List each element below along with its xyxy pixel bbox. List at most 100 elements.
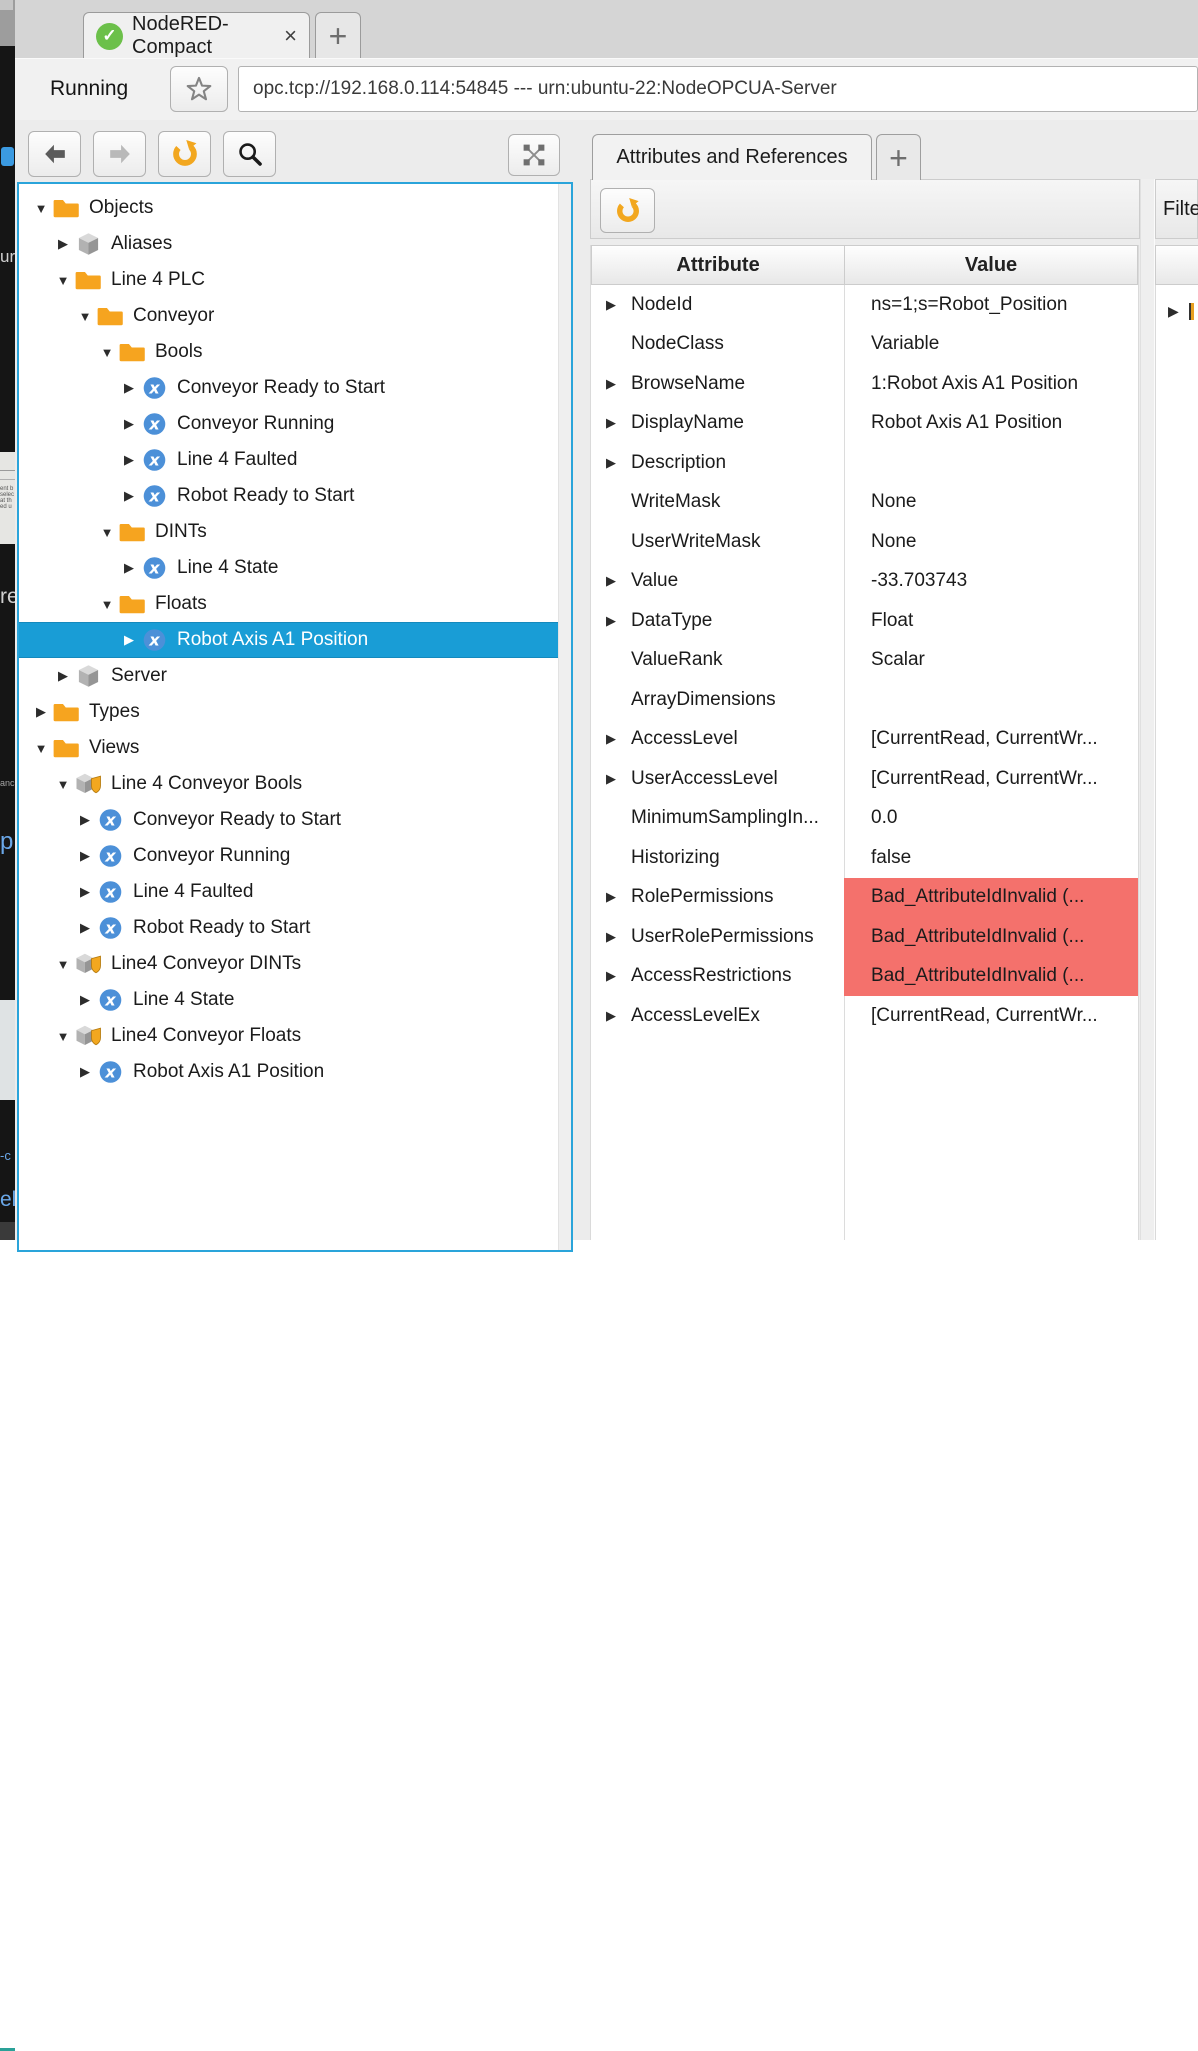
attribute-row[interactable]: ▶ DataType Float xyxy=(591,601,1138,641)
tab-nodered-compact[interactable]: ✓ NodeRED-Compact × xyxy=(83,12,310,59)
attribute-row[interactable]: ▶ UserRolePermissions Bad_AttributeIdInv… xyxy=(591,917,1138,957)
expander-icon[interactable]: ▶ xyxy=(117,380,141,396)
expander-icon[interactable]: ▶ xyxy=(591,297,631,313)
column-header-attribute[interactable]: Attribute xyxy=(591,245,844,285)
tree-item[interactable]: ▶ Aliases xyxy=(19,226,558,262)
expander-icon[interactable]: ▶ xyxy=(591,929,631,945)
search-button[interactable] xyxy=(223,131,276,177)
panel-splitter[interactable] xyxy=(1140,179,1155,1240)
expander-icon[interactable]: ▼ xyxy=(73,309,97,324)
attribute-row[interactable]: UserWriteMask None xyxy=(591,522,1138,562)
expander-icon[interactable]: ▶ xyxy=(73,884,97,900)
attribute-row[interactable]: MinimumSamplingIn... 0.0 xyxy=(591,799,1138,839)
tree-item[interactable]: ▼ Views xyxy=(19,730,558,766)
expander-icon[interactable]: ▼ xyxy=(95,525,119,540)
tree-item[interactable]: ▶ x Robot Axis A1 Position xyxy=(19,622,558,658)
attribute-row[interactable]: ▶ Value -33.703743 xyxy=(591,562,1138,602)
expander-icon[interactable]: ▶ xyxy=(117,560,141,576)
expander-icon[interactable]: ▶ xyxy=(591,968,631,984)
attribute-row[interactable]: ▶ RolePermissions Bad_AttributeIdInvalid… xyxy=(591,878,1138,918)
tree-item[interactable]: ▼ Line4 Conveyor DINTs xyxy=(19,946,558,982)
tree-item[interactable]: ▼ Line4 Conveyor Floats xyxy=(19,1018,558,1054)
reference-row[interactable]: ▶ xyxy=(1168,303,1194,320)
tree-item[interactable]: ▶ x Conveyor Running xyxy=(19,406,558,442)
expander-icon[interactable]: ▶ xyxy=(51,236,75,252)
expander-icon[interactable]: ▶ xyxy=(117,416,141,432)
node-graph-button[interactable] xyxy=(508,134,560,176)
attribute-row[interactable]: ▶ Description xyxy=(591,443,1138,483)
attribute-row[interactable]: ▶ AccessLevel [CurrentRead, CurrentWr... xyxy=(591,720,1138,760)
expander-icon[interactable]: ▶ xyxy=(591,376,631,392)
attribute-row[interactable]: ValueRank Scalar xyxy=(591,641,1138,681)
tree-scrollbar[interactable] xyxy=(558,184,571,1250)
expander-icon[interactable]: ▶ xyxy=(591,573,631,589)
expander-icon[interactable]: ▶ xyxy=(73,1064,97,1080)
attribute-row[interactable]: ArrayDimensions xyxy=(591,680,1138,720)
back-button[interactable] xyxy=(28,131,81,177)
expander-icon[interactable]: ▶ xyxy=(117,632,141,648)
tree-item[interactable]: ▶ x Line 4 Faulted xyxy=(19,874,558,910)
tree-item[interactable]: ▼ Objects xyxy=(19,190,558,226)
attribute-row[interactable]: WriteMask None xyxy=(591,483,1138,523)
tree-item[interactable]: ▼ Conveyor xyxy=(19,298,558,334)
expander-icon[interactable]: ▼ xyxy=(51,957,75,972)
expander-icon[interactable]: ▶ xyxy=(73,812,97,828)
expander-icon[interactable]: ▶ xyxy=(591,1008,631,1024)
attribute-row[interactable]: ▶ UserAccessLevel [CurrentRead, CurrentW… xyxy=(591,759,1138,799)
expander-icon[interactable]: ▶ xyxy=(591,889,631,905)
tree-item[interactable]: ▶ x Robot Ready to Start xyxy=(19,478,558,514)
tree-item[interactable]: ▼ Bools xyxy=(19,334,558,370)
expander-icon[interactable]: ▼ xyxy=(29,201,53,216)
column-header-value[interactable]: Value xyxy=(844,245,1138,285)
server-address-input[interactable] xyxy=(238,66,1198,112)
tree-item[interactable]: ▶ x Line 4 Faulted xyxy=(19,442,558,478)
forward-button[interactable] xyxy=(93,131,146,177)
attribute-row[interactable]: ▶ AccessLevelEx [CurrentRead, CurrentWr.… xyxy=(591,996,1138,1036)
expander-icon[interactable]: ▶ xyxy=(73,920,97,936)
attribute-row[interactable]: ▶ AccessRestrictions Bad_AttributeIdInva… xyxy=(591,957,1138,997)
expander-icon[interactable]: ▶ xyxy=(117,488,141,504)
tree-item[interactable]: ▶ Server xyxy=(19,658,558,694)
expander-icon[interactable]: ▶ xyxy=(73,848,97,864)
expander-icon[interactable]: ▶ xyxy=(591,731,631,747)
tree-item[interactable]: ▼ Line 4 Conveyor Bools xyxy=(19,766,558,802)
expander-icon[interactable]: ▶ xyxy=(73,992,97,1008)
tree-item[interactable]: ▼ DINTs xyxy=(19,514,558,550)
tree-item[interactable]: ▶ x Conveyor Ready to Start xyxy=(19,802,558,838)
expander-icon[interactable]: ▼ xyxy=(95,597,119,612)
tab-attributes-and-references[interactable]: Attributes and References xyxy=(592,134,872,180)
expander-icon[interactable]: ▶ xyxy=(29,704,53,720)
expander-icon[interactable]: ▶ xyxy=(51,668,75,684)
tree-item[interactable]: ▶ x Robot Ready to Start xyxy=(19,910,558,946)
tab-close-icon[interactable]: × xyxy=(284,23,297,49)
expander-icon[interactable]: ▼ xyxy=(51,1029,75,1044)
tree-item[interactable]: ▶ Types xyxy=(19,694,558,730)
tree-item[interactable]: ▶ x Conveyor Ready to Start xyxy=(19,370,558,406)
new-tab-button[interactable]: + xyxy=(315,12,361,59)
expander-icon[interactable]: ▶ xyxy=(591,771,631,787)
tree-item[interactable]: ▼ Floats xyxy=(19,586,558,622)
tree-item[interactable]: ▶ x Robot Axis A1 Position xyxy=(19,1054,558,1090)
right-panel-new-tab-button[interactable]: + xyxy=(876,134,921,180)
attribute-row[interactable]: ▶ NodeId ns=1;s=Robot_Position xyxy=(591,285,1138,325)
expander-icon[interactable]: ▼ xyxy=(51,273,75,288)
expander-icon[interactable]: ▶ xyxy=(591,415,631,431)
attribute-row[interactable]: ▶ BrowseName 1:Robot Axis A1 Position xyxy=(591,364,1138,404)
attribute-row[interactable]: NodeClass Variable xyxy=(591,325,1138,365)
tree-item[interactable]: ▶ x Line 4 State xyxy=(19,982,558,1018)
expander-icon[interactable]: ▼ xyxy=(51,777,75,792)
bookmark-button[interactable] xyxy=(170,66,228,112)
attributes-refresh-button[interactable] xyxy=(600,188,655,233)
expander-icon[interactable]: ▶ xyxy=(1168,303,1179,320)
expander-icon[interactable]: ▶ xyxy=(591,455,631,471)
refresh-button[interactable] xyxy=(158,131,211,177)
tree-item[interactable]: ▶ x Line 4 State xyxy=(19,550,558,586)
expander-icon[interactable]: ▼ xyxy=(29,741,53,756)
expander-icon[interactable]: ▶ xyxy=(591,613,631,629)
attribute-row[interactable]: Historizing false xyxy=(591,838,1138,878)
tree-item[interactable]: ▼ Line 4 PLC xyxy=(19,262,558,298)
expander-icon[interactable]: ▼ xyxy=(95,345,119,360)
attribute-row[interactable]: ▶ DisplayName Robot Axis A1 Position xyxy=(591,404,1138,444)
tree-item[interactable]: ▶ x Conveyor Running xyxy=(19,838,558,874)
expander-icon[interactable]: ▶ xyxy=(117,452,141,468)
